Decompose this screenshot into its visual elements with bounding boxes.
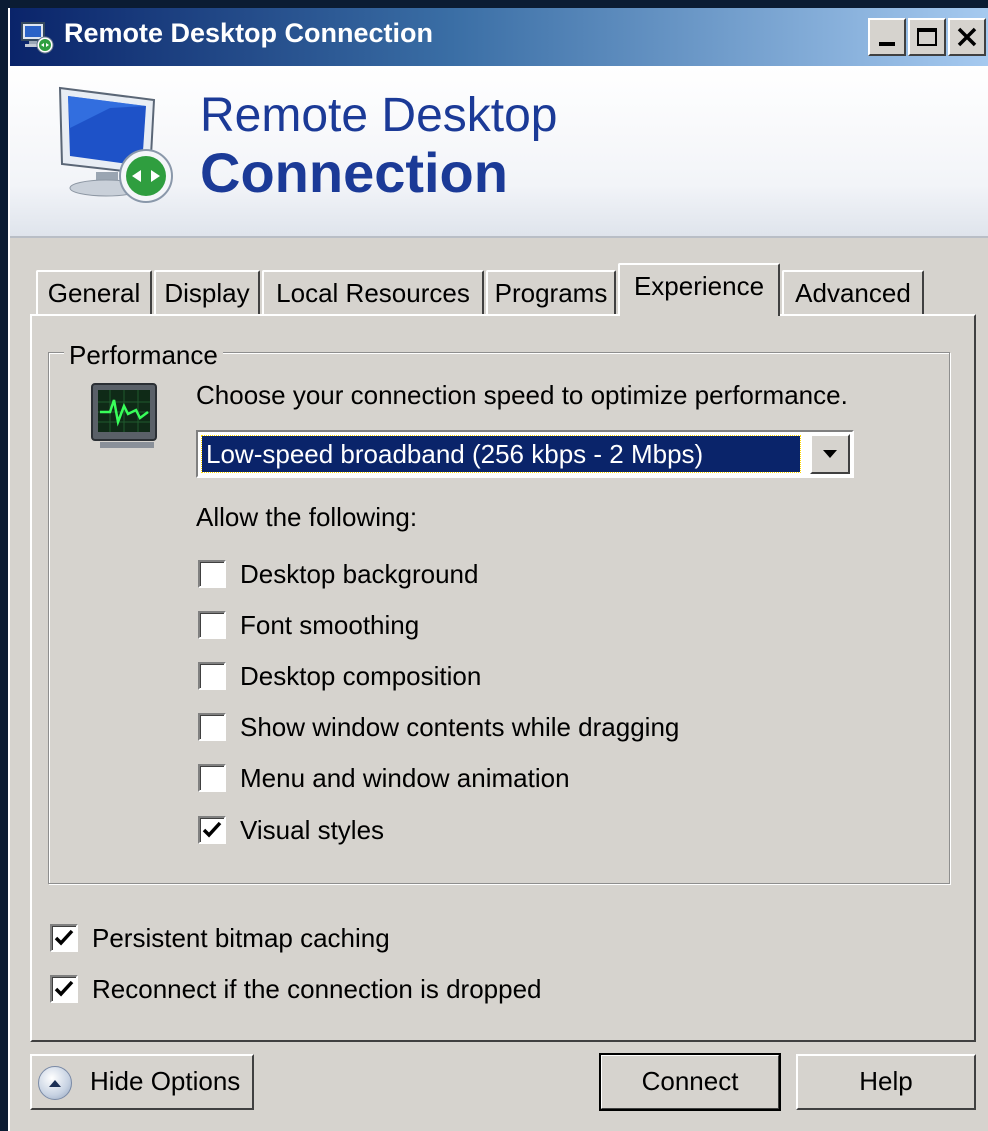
- hide-options-label: Hide Options: [90, 1066, 241, 1096]
- tab-advanced[interactable]: Advanced: [782, 270, 924, 316]
- checkbox-checked[interactable]: [198, 816, 226, 844]
- header-banner: Remote Desktop Connection: [10, 66, 988, 238]
- checkbox[interactable]: [198, 764, 226, 792]
- help-button[interactable]: Help: [796, 1054, 976, 1110]
- speed-instruction: Choose your connection speed to optimize…: [196, 380, 848, 410]
- checkbox[interactable]: [198, 611, 226, 639]
- tab-display[interactable]: Display: [154, 270, 260, 316]
- tab-programs[interactable]: Programs: [486, 270, 616, 316]
- connection-speed-value: Low-speed broadband (256 kbps - 2 Mbps): [201, 435, 801, 473]
- checkbox-label: Reconnect if the connection is dropped: [92, 974, 542, 1004]
- performance-group-label: Performance: [64, 340, 223, 371]
- maximize-button[interactable]: [908, 18, 946, 56]
- checkbox[interactable]: [198, 662, 226, 690]
- computer-connection-icon: [50, 78, 180, 208]
- title-bar[interactable]: Remote Desktop Connection: [10, 8, 988, 66]
- rdc-window: Remote Desktop Connection Remote Desktop…: [8, 8, 988, 1131]
- checkbox-label: Show window contents while dragging: [240, 712, 680, 742]
- chevron-down-icon: [823, 450, 837, 458]
- close-icon: [957, 27, 977, 47]
- checkmark-icon: [54, 980, 74, 997]
- checkmark-icon: [202, 821, 222, 838]
- tab-general[interactable]: General: [36, 270, 152, 316]
- remote-desktop-app-icon: [20, 20, 54, 54]
- checkbox[interactable]: [198, 713, 226, 741]
- checkbox-checked[interactable]: [50, 975, 78, 1003]
- checkmark-icon: [54, 929, 74, 946]
- banner-title-line1: Remote Desktop: [200, 89, 558, 142]
- close-button[interactable]: [948, 18, 986, 56]
- banner-title-line2: Connection: [200, 141, 508, 204]
- checkbox-checked[interactable]: [50, 924, 78, 952]
- chevron-up-icon: [38, 1066, 72, 1100]
- checkbox-label: Visual styles: [240, 815, 385, 845]
- window-title: Remote Desktop Connection: [64, 18, 434, 48]
- minimize-icon: [879, 42, 895, 46]
- tab-experience[interactable]: Experience: [618, 263, 780, 316]
- checkbox-label: Font smoothing: [240, 610, 420, 640]
- checkbox[interactable]: [198, 560, 226, 588]
- allow-following-label: Allow the following:: [196, 502, 418, 532]
- checkbox-label: Menu and window animation: [240, 763, 570, 793]
- connect-button[interactable]: Connect: [599, 1053, 781, 1111]
- connection-speed-select[interactable]: Low-speed broadband (256 kbps - 2 Mbps): [196, 430, 854, 478]
- minimize-button[interactable]: [868, 18, 906, 56]
- tab-local-resources[interactable]: Local Resources: [262, 270, 484, 316]
- maximize-icon: [917, 28, 937, 46]
- checkbox-label: Desktop composition: [240, 661, 482, 691]
- checkbox-label: Desktop background: [240, 559, 479, 589]
- dropdown-button[interactable]: [810, 434, 850, 474]
- performance-monitor-icon: [88, 382, 166, 452]
- checkbox-label: Persistent bitmap caching: [92, 923, 390, 953]
- hide-options-button[interactable]: Hide Options: [30, 1054, 254, 1110]
